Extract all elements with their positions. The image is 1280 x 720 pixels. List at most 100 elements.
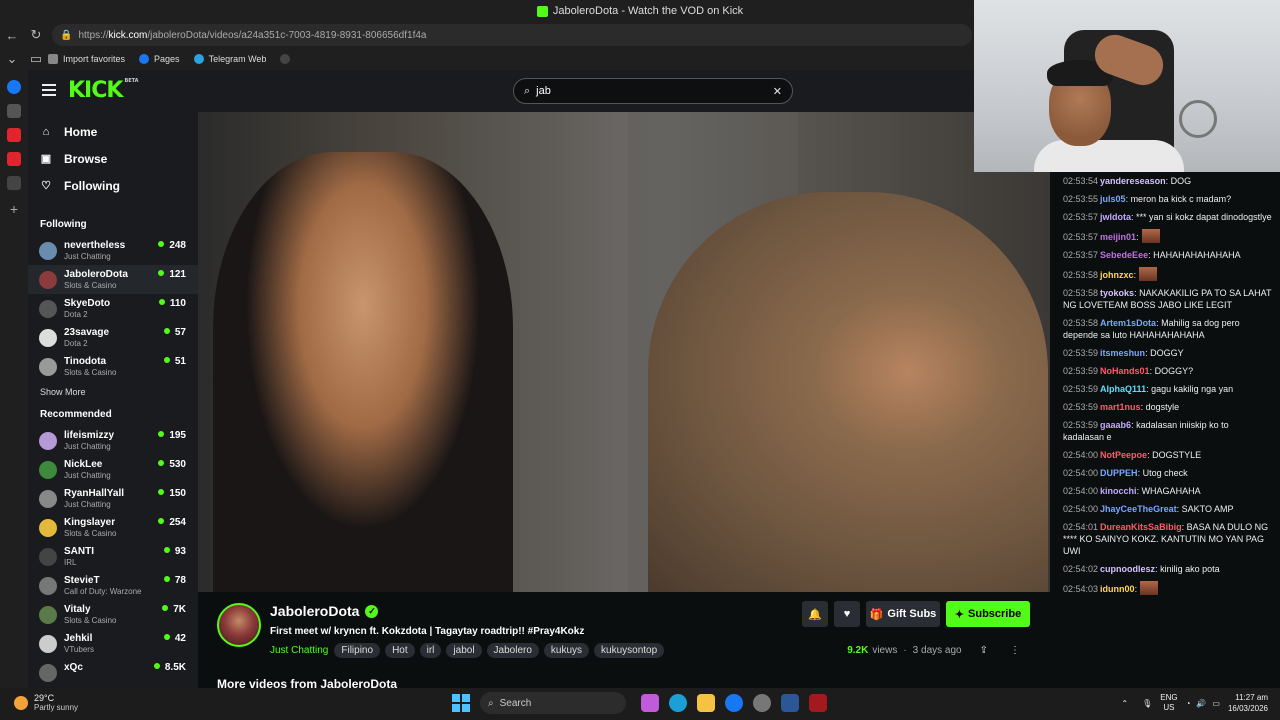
channel-category: Just Chatting xyxy=(64,500,111,509)
tag-pill[interactable]: kukuys xyxy=(543,643,590,658)
add-icon[interactable]: + xyxy=(7,202,21,216)
sidebar-channel[interactable]: nevertheless Just Chatting 248 xyxy=(28,236,198,265)
chat-username[interactable]: idunn00 xyxy=(1100,584,1135,594)
chat-message: 02:54:01 DureanKitsSaBibig: BASA NA DULO … xyxy=(1050,518,1280,560)
chat-message: 02:53:59 NoHands01: DOGGY? xyxy=(1050,362,1280,380)
chat-text: : HAHAHAHAHAHAHA xyxy=(1148,250,1241,260)
sidebar-channel[interactable]: JaboleroDota Slots & Casino 121 xyxy=(28,265,198,294)
nav-browse[interactable]: ▣ Browse xyxy=(28,145,198,172)
chat-username[interactable]: mart1nus xyxy=(1100,402,1141,412)
video-player[interactable] xyxy=(198,112,1050,592)
tag-pill[interactable]: jabol xyxy=(446,643,482,658)
tag-pill[interactable]: Hot xyxy=(385,643,415,658)
expand-icon[interactable]: ⌄ xyxy=(0,51,24,67)
favorite-other[interactable] xyxy=(280,54,295,64)
address-bar[interactable]: 🔒 https://kick.com/jaboleroDota/videos/a… xyxy=(52,24,972,46)
chat-username[interactable]: tyokoks xyxy=(1100,288,1134,298)
favorite-import[interactable]: Import favorites xyxy=(48,54,125,64)
file-explorer-icon[interactable] xyxy=(697,694,715,712)
taskbar-search[interactable]: ⌕ Search xyxy=(480,692,626,714)
tabs-icon[interactable]: ▭ xyxy=(24,51,48,67)
subscribe-button[interactable]: ✦ Subscribe xyxy=(946,601,1030,627)
chat-text: : DOGSTYLE xyxy=(1147,450,1202,460)
gift-subs-button[interactable]: 🎁 Gift Subs xyxy=(866,601,940,627)
sidebar-channel[interactable]: SkyeDoto Dota 2 110 xyxy=(28,294,198,323)
sidebar-channel[interactable]: RyanHallYall Just Chatting 150 xyxy=(28,484,198,513)
audio-icon[interactable] xyxy=(7,176,21,190)
volume-icon[interactable]: 🔊 xyxy=(1196,699,1206,708)
sidebar-channel[interactable]: 23savage Dota 2 57 xyxy=(28,323,198,352)
share-icon[interactable]: ⇪ xyxy=(980,645,988,656)
following-heading: Following xyxy=(40,219,87,230)
weather-widget[interactable]: 29°C Partly sunny xyxy=(14,693,78,712)
chat-username[interactable]: JhayCeeTheGreat xyxy=(1100,504,1177,514)
sidebar-channel[interactable]: xQc 8.5K xyxy=(28,658,198,687)
sidebar-channel[interactable]: StevieT Call of Duty: Warzone 78 xyxy=(28,571,198,600)
clear-search-icon[interactable]: ✕ xyxy=(773,85,782,98)
sidebar-channel[interactable]: lifeismizzy Just Chatting 195 xyxy=(28,426,198,455)
chat-username[interactable]: meijin01 xyxy=(1100,232,1136,242)
sidebar-channel[interactable]: Jehkil VTubers 42 xyxy=(28,629,198,658)
nav-home[interactable]: ⌂ Home xyxy=(28,118,198,145)
youtube-icon[interactable] xyxy=(7,152,21,166)
kick-logo[interactable]: KICK BETA xyxy=(68,78,139,103)
chat-username[interactable]: Artem1sDota xyxy=(1100,318,1156,328)
chat-username[interactable]: AlphaQ111 xyxy=(1100,384,1146,394)
chat-username[interactable]: yandereseason xyxy=(1100,176,1166,186)
favorite-telegram[interactable]: Telegram Web xyxy=(193,54,266,64)
facebook-icon[interactable] xyxy=(725,694,743,712)
clock[interactable]: 11:27 am 16/03/2026 xyxy=(1228,692,1268,714)
show-more-link[interactable]: Show More xyxy=(28,387,198,397)
tag-pill[interactable]: Jabolero xyxy=(486,643,539,658)
wifi-icon[interactable]: ◔ xyxy=(1186,699,1191,708)
streamer-avatar[interactable] xyxy=(217,603,261,647)
steam-icon[interactable] xyxy=(753,694,771,712)
chat-username[interactable]: NotPeepoe xyxy=(1100,450,1147,460)
sidebar-channel[interactable]: Tinodota Slots & Casino 51 xyxy=(28,352,198,381)
chat-message: 02:53:58 johnzxc: xyxy=(1050,264,1280,284)
vscode-icon[interactable] xyxy=(781,694,799,712)
refresh-icon[interactable]: ↻ xyxy=(24,27,48,43)
back-icon[interactable]: ← xyxy=(0,28,24,43)
sidebar-channel[interactable]: Kingslayer Slots & Casino 254 xyxy=(28,513,198,542)
chat-username[interactable]: itsmeshun xyxy=(1100,348,1145,358)
sidebar-channel[interactable]: SANTI IRL 93 xyxy=(28,542,198,571)
language-indicator[interactable]: ENG US xyxy=(1160,693,1177,713)
chat-username[interactable]: kinocchi xyxy=(1100,486,1137,496)
battery-icon[interactable]: ▭ xyxy=(1212,699,1220,708)
sidebar-channel[interactable]: Vitaly Slots & Casino 7K xyxy=(28,600,198,629)
copilot-icon[interactable] xyxy=(641,694,659,712)
emote-icon xyxy=(1139,267,1158,281)
youtube-icon[interactable] xyxy=(7,128,21,142)
category-link[interactable]: Just Chatting xyxy=(270,645,328,656)
more-options-icon[interactable]: ⋮ xyxy=(1010,645,1020,656)
tag-pill[interactable]: irl xyxy=(419,643,442,658)
app-icon[interactable] xyxy=(809,694,827,712)
chat-username[interactable]: NoHands01 xyxy=(1100,366,1150,376)
sidebar-channel[interactable]: NickLee Just Chatting 530 xyxy=(28,455,198,484)
chat-username[interactable]: juls05 xyxy=(1100,194,1126,204)
chat-username[interactable]: DUPPEH xyxy=(1100,468,1138,478)
favorite-pages[interactable]: Pages xyxy=(139,54,180,64)
streamer-name[interactable]: JaboleroDota ✓ xyxy=(270,603,379,619)
notification-bell-button[interactable]: 🔔 xyxy=(802,601,828,627)
chevron-up-icon[interactable]: ⌃ xyxy=(1121,699,1128,708)
edge-icon[interactable] xyxy=(669,694,687,712)
nav-following[interactable]: ♡ Following xyxy=(28,172,198,199)
microphone-icon[interactable]: 🎙 xyxy=(1142,699,1152,708)
tag-pill[interactable]: kukuysontop xyxy=(594,643,665,658)
chat-username[interactable]: cupnoodlesz xyxy=(1100,564,1155,574)
speaker-icon[interactable] xyxy=(7,104,21,118)
chat-username[interactable]: gaaab6 xyxy=(1100,420,1131,430)
menu-icon[interactable] xyxy=(42,84,56,96)
facebook-icon[interactable] xyxy=(7,80,21,94)
windows-start-icon[interactable] xyxy=(452,694,470,712)
chat-username[interactable]: johnzxc xyxy=(1100,270,1134,280)
chat-username[interactable]: SebedeEee xyxy=(1100,250,1148,260)
tag-pill[interactable]: Filipino xyxy=(334,643,381,658)
search-input[interactable]: jab xyxy=(536,85,773,97)
follow-button[interactable]: ♥ xyxy=(834,601,860,627)
chat-username[interactable]: jwldota xyxy=(1100,212,1131,222)
search-box[interactable]: ⌕ jab ✕ xyxy=(513,78,793,104)
chat-username[interactable]: DureanKitsSaBibig xyxy=(1100,522,1182,532)
